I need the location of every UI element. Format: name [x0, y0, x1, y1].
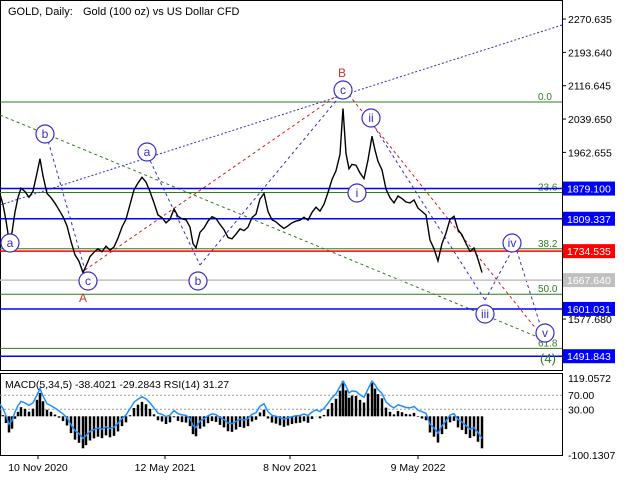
wave-B: B [338, 66, 346, 80]
trend-line [369, 119, 486, 301]
price-chart: 0.023.638.250.061.8 abcabciiiiiiivvAB(4)… [0, 0, 615, 474]
level-box-label: 1879.100 [567, 184, 611, 196]
wave-iii: iii [481, 307, 489, 321]
wave-a2: a [144, 145, 151, 159]
wave-b1: b [42, 127, 49, 141]
chart-description: Gold (100 oz) vs US Dollar CFD [83, 6, 240, 18]
price-tick-label: 1962.655 [568, 147, 612, 159]
level-box-label: 1809.337 [567, 214, 611, 226]
time-tick-label: 10 Nov 2020 [8, 462, 68, 474]
indicator-tick-label: 70.00 [568, 390, 594, 402]
wave-b2: b [195, 274, 202, 288]
wave-ii: ii [368, 111, 373, 125]
level-box-label: 1491.843 [567, 351, 611, 363]
wave-iv: iv [508, 236, 517, 250]
price-series [0, 108, 483, 275]
wave-a-low: a [7, 236, 14, 250]
time-axis: 10 Nov 2020 12 May 2021 8 Nov 2021 9 May 20… [8, 455, 446, 474]
indicator-tick-label: -100.1307 [568, 450, 615, 462]
level-box-label: 1667.640 [567, 275, 611, 287]
trend-line [0, 24, 563, 206]
time-tick-label: 12 May 2021 [135, 462, 196, 474]
trend-line [199, 89, 346, 266]
price-tick-label: 2270.635 [568, 14, 612, 26]
wave-A: A [79, 291, 87, 305]
fib-label: 0.0 [538, 92, 552, 103]
indicator-tick-label: 119.0572 [568, 373, 611, 385]
trend-line [484, 244, 516, 301]
fib-label: 38.2 [538, 239, 558, 250]
trend-line [344, 89, 546, 341]
wave-v: v [542, 326, 548, 340]
fib-label: 50.0 [538, 284, 558, 295]
chart-symbol: GOLD, Daily: [8, 6, 73, 18]
trend-line [84, 89, 346, 271]
wave-four: (4) [540, 351, 556, 366]
time-tick-label: 8 Nov 2021 [263, 462, 317, 474]
indicator-tick-label: 30.00 [568, 404, 594, 416]
wave-i: i [356, 186, 359, 200]
price-line [0, 108, 483, 275]
trend-line [0, 114, 546, 341]
price-tick-label: 1577.680 [568, 314, 612, 326]
price-tick-label: 2116.645 [568, 81, 611, 93]
price-tick-label: 2039.650 [568, 114, 612, 126]
wave-c-top: c [340, 83, 346, 97]
time-tick-label: 9 May 2022 [391, 462, 446, 474]
indicator-label: MACD(5,34,5) -38.4021 -29.2843 RSI(14) 3… [5, 379, 229, 391]
wave-labels: abcabciiiiiiivvAB(4) [0, 66, 556, 366]
trend-line [144, 149, 201, 266]
level-box-label: 1734.535 [567, 246, 611, 258]
price-tick-label: 2193.640 [568, 47, 612, 59]
wave-c1: c [85, 274, 91, 288]
price-axis: 1879.1001809.3371734.5351667.6401601.031… [562, 14, 615, 364]
